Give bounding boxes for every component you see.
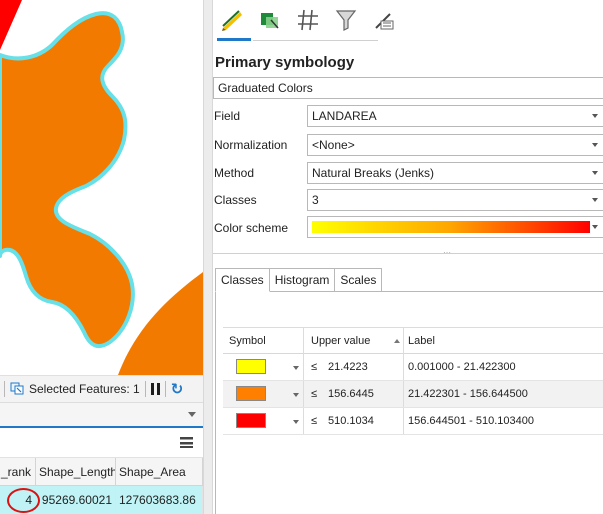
classes-table-header: Symbol Upper value Label	[223, 327, 603, 354]
chevron-down-icon	[592, 143, 598, 147]
class-row[interactable]: ≤ 510.1034 156.644501 - 510.103400	[223, 408, 603, 435]
method-value: Natural Breaks (Jenks)	[312, 166, 435, 180]
map-canvas[interactable]	[0, 0, 203, 375]
method-label: Method	[214, 166, 255, 180]
symbol-swatch[interactable]	[236, 359, 266, 374]
method-dropdown[interactable]: Natural Breaks (Jenks)	[307, 162, 603, 184]
column-header-symbol[interactable]: Symbol	[229, 328, 266, 354]
renderer-dropdown[interactable]: Graduated Colors	[213, 77, 603, 99]
chevron-down-icon	[592, 225, 598, 229]
symbology-tabs: Classes Histogram Scales	[215, 268, 383, 292]
field-dropdown[interactable]: LANDAREA	[307, 105, 603, 127]
tab-scales[interactable]: Scales	[334, 268, 383, 292]
symbol-swatch[interactable]	[236, 386, 266, 401]
classes-dropdown[interactable]: 3	[307, 189, 603, 211]
column-divider	[303, 328, 304, 354]
classes-value: 3	[312, 193, 319, 207]
classes-tab-panel: Symbol Upper value Label ≤ 21.4223 0.001…	[215, 291, 603, 514]
color-ramp	[312, 221, 590, 233]
red-feature-corner[interactable]	[0, 0, 22, 50]
tab-classes[interactable]: Classes	[215, 268, 270, 292]
separator	[164, 381, 166, 397]
separator	[4, 381, 5, 397]
symbology-toolbar	[219, 6, 397, 34]
column-divider	[403, 408, 404, 434]
attribute-table: _rank Shape_Length Shape_Area 4 95269.60…	[0, 458, 203, 514]
sort-ascending-icon	[394, 339, 400, 343]
symbology-pane: Primary symbology Graduated Colors Field…	[213, 0, 603, 514]
column-divider	[403, 381, 404, 407]
section-divider	[213, 253, 603, 254]
classes-table: Symbol Upper value Label ≤ 21.4223 0.001…	[223, 327, 603, 435]
arcgis-window: Selected Features: 1 ↻ _rank Shape_Lengt…	[0, 0, 603, 514]
column-divider	[303, 381, 304, 407]
map-view[interactable]	[0, 0, 203, 375]
separator	[144, 381, 146, 397]
normalization-value: <None>	[312, 138, 355, 152]
map-status-bar: Selected Features: 1 ↻	[0, 375, 203, 402]
color-scheme-label: Color scheme	[214, 221, 289, 235]
column-header-shape-area[interactable]: Shape_Area	[116, 458, 203, 486]
attribute-table-toolbar	[0, 428, 203, 458]
upper-value[interactable]: 21.4223	[328, 354, 368, 380]
chevron-down-icon	[592, 198, 598, 202]
cell-shape-length[interactable]: 95269.60021	[36, 486, 116, 514]
column-header-label[interactable]: Label	[408, 328, 435, 354]
column-header-upper-value[interactable]: Upper value	[311, 328, 370, 354]
table-header-row: _rank Shape_Length Shape_Area	[0, 458, 203, 486]
tab-histogram[interactable]: Histogram	[268, 268, 336, 292]
field-value: LANDAREA	[312, 109, 377, 123]
class-row[interactable]: ≤ 156.6445 21.422301 - 156.644500	[223, 381, 603, 408]
attribute-table-tab-strip	[0, 402, 203, 428]
annotation-circle	[7, 488, 40, 513]
upper-value-operator: ≤	[311, 388, 318, 400]
column-divider	[403, 354, 404, 380]
upper-value[interactable]: 510.1034	[328, 408, 374, 434]
normalization-label: Normalization	[214, 138, 288, 152]
table-row[interactable]: 4 95269.60021 127603683.86	[0, 486, 203, 514]
selected-polygon[interactable]	[0, 11, 135, 349]
vary-symbology-icon[interactable]	[257, 6, 283, 34]
chevron-down-icon[interactable]	[293, 366, 299, 370]
class-row[interactable]: ≤ 21.4223 0.001000 - 21.422300	[223, 354, 603, 381]
upper-value-operator: ≤	[311, 361, 318, 373]
column-divider	[403, 328, 404, 354]
pause-icon[interactable]	[150, 383, 160, 395]
pane-title: Primary symbology	[215, 54, 355, 71]
cell-shape-area[interactable]: 127603683.86	[116, 486, 203, 514]
class-label[interactable]: 0.001000 - 21.422300	[408, 354, 516, 380]
chevron-down-icon[interactable]	[293, 393, 299, 397]
class-label[interactable]: 21.422301 - 156.644500	[408, 381, 528, 407]
upper-value-operator: ≤	[311, 415, 318, 427]
upper-value[interactable]: 156.6445	[328, 381, 374, 407]
active-toolbar-indicator	[217, 38, 251, 41]
selection-icon[interactable]	[10, 381, 24, 398]
primary-symbology-icon[interactable]	[219, 6, 245, 34]
refresh-icon[interactable]: ↻	[171, 382, 184, 397]
column-header-rank[interactable]: _rank	[0, 458, 36, 486]
table-options-menu-icon[interactable]	[180, 437, 193, 448]
tab-list-dropdown-icon[interactable]	[188, 412, 196, 417]
color-scheme-dropdown[interactable]	[307, 216, 603, 238]
chevron-down-icon	[592, 114, 598, 118]
selected-features-count: Selected Features: 1	[29, 382, 140, 396]
column-divider	[303, 354, 304, 380]
symbol-properties-icon[interactable]	[371, 6, 397, 34]
field-label: Field	[214, 109, 241, 123]
symbol-layers-icon[interactable]	[295, 6, 321, 34]
symbol-swatch[interactable]	[236, 413, 266, 428]
toolbar-divider	[253, 40, 378, 41]
attribute-driven-icon[interactable]	[333, 6, 359, 34]
classes-label: Classes	[214, 193, 257, 207]
resize-grip-icon[interactable]: ⋯	[443, 249, 452, 257]
chevron-down-icon	[592, 171, 598, 175]
column-header-shape-length[interactable]: Shape_Length	[36, 458, 116, 486]
column-divider	[303, 408, 304, 434]
pane-splitter[interactable]	[203, 0, 213, 514]
normalization-dropdown[interactable]: <None>	[307, 134, 603, 156]
class-label[interactable]: 156.644501 - 510.103400	[408, 408, 534, 434]
chevron-down-icon[interactable]	[293, 420, 299, 424]
